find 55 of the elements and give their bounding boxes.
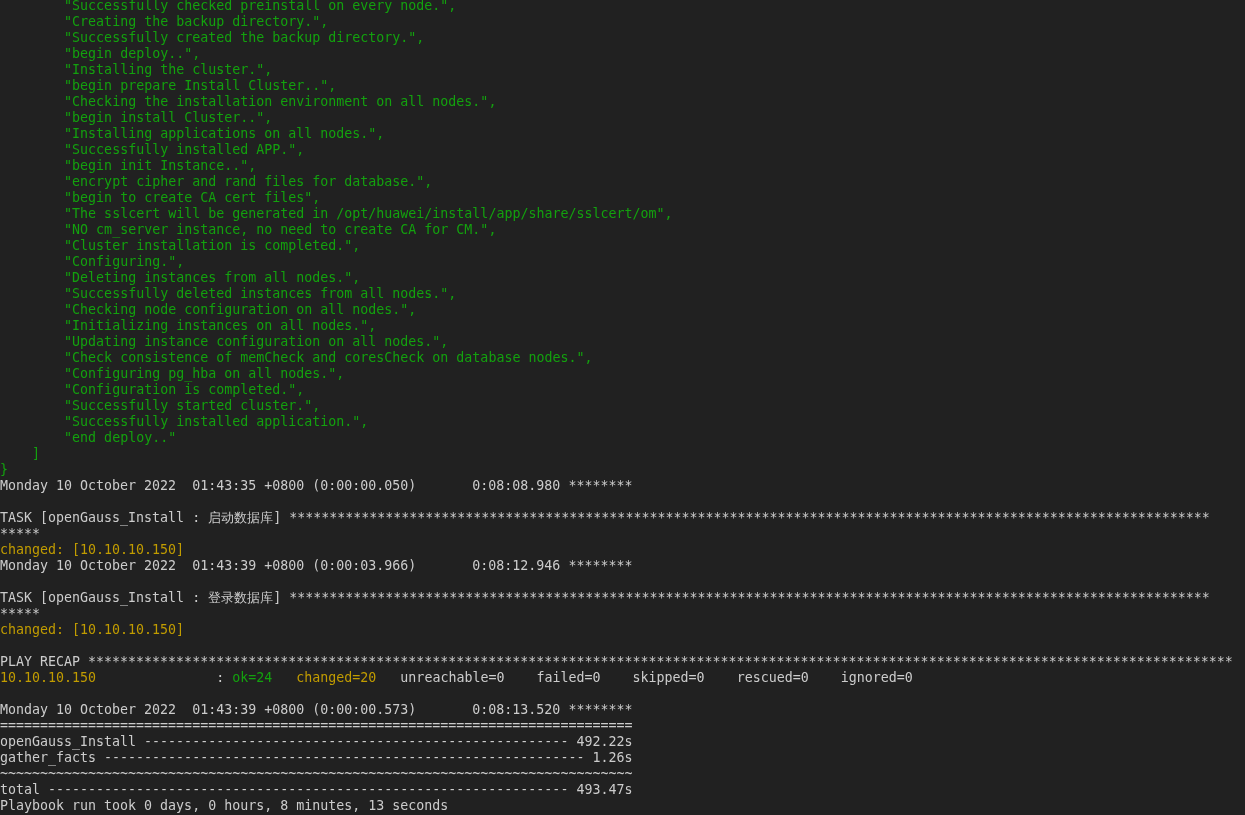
output-line: ***** [0,606,41,622]
output-line: "The sslcert will be generated in /opt/huawei/install/app/share/sslcert/om", [63,206,673,222]
output-line: "NO cm_server instance, no need to create CA for CM.", [63,222,497,238]
recap-field: skipped=0 [632,670,705,686]
output-line: =============================================================================== [0,718,633,734]
recap-field: unreachable=0 [400,670,505,686]
output-line: "Deleting instances from all nodes.", [63,270,361,286]
output-line: "Creating the backup directory.", [63,14,329,30]
output-line: "Cluster installation is completed.", [63,238,361,254]
output-line: "Updating instance configuration on all nodes.", [63,334,449,350]
output-line: "begin deploy..", [63,46,201,62]
output-line: "Successfully deleted instances from all nodes.", [63,286,457,302]
output-line: Playbook run took 0 days, 0 hours, 8 minutes, 13 seconds [0,798,449,814]
output-line: "begin install Cluster..", [63,110,273,126]
output-line: "begin prepare Install Cluster..", [63,78,337,94]
output-line: "Initializing instances on all nodes.", [63,318,377,334]
output-line: "Checking node configuration on all nodes.", [63,302,417,318]
output-line: "Checking the installation environment on all nodes.", [63,94,497,110]
output-line: "Successfully installed APP.", [63,142,305,158]
output-line: ] [31,446,40,462]
output-line: ***** [0,526,41,542]
recap-field: 10.10.10.150 [0,670,97,686]
output-line: total ----------------------------------------------------------------- 493.47s [0,782,633,798]
output-line: "Successfully checked preinstall on every node.", [63,0,457,14]
output-line: "Successfully installed application.", [63,414,369,430]
output-line: "encrypt cipher and rand files for database.", [63,174,433,190]
output-line: Monday 10 October 2022 01:43:39 +0800 (0:00:03.966) 0:08:12.946 ******** [0,558,633,574]
recap-field: failed=0 [536,670,601,686]
output-line: changed: [10.10.10.150] [0,542,185,558]
output-line: "end deploy.." [63,430,177,446]
recap-field: changed=20 [296,670,377,686]
recap-field: ok=24 [232,670,273,686]
output-line: "Configuring.", [63,254,185,270]
output-line: "Configuration is completed.", [63,382,305,398]
output-line: "Successfully started cluster.", [63,398,321,414]
recap-field: : [216,670,225,686]
output-line: openGauss_Install ----------------------------------------------------- 492.22s [0,734,633,750]
output-line: Monday 10 October 2022 01:43:35 +0800 (0:00:00.050) 0:08:08.980 ******** [0,478,633,494]
output-line: "Successfully created the backup directory.", [63,30,425,46]
output-line: "begin init Instance..", [63,158,257,174]
output-line: "Check consistence of memCheck and coresCheck on database nodes.", [63,350,593,366]
output-line: gather_facts ------------------------------------------------------------ 1.26s [0,750,633,766]
recap-field: rescued=0 [736,670,809,686]
recap-field: ignored=0 [840,670,913,686]
output-line: Monday 10 October 2022 01:43:39 +0800 (0:00:00.573) 0:08:13.520 ******** [0,702,633,718]
output-line: TASK [openGauss_Install : 登录数据库] ******************************************************************************************************************* [0,590,1210,606]
output-line: "Installing the cluster.", [63,62,273,78]
output-line: "begin to create CA cert files", [63,190,321,206]
output-line: } [0,462,8,478]
output-line: "Configuring pg_hba on all nodes.", [63,366,345,382]
output-line: ~~~~~~~~~~~~~~~~~~~~~~~~~~~~~~~~~~~~~~~~~~~~~~~~~~~~~~~~~~~~~~~~~~~~~~~~~~~~~~~ [0,766,633,782]
output-line: PLAY RECAP *********************************************************************************************************************************************** [0,654,1233,670]
output-line: TASK [openGauss_Install : 启动数据库] ******************************************************************************************************************* [0,510,1210,526]
output-line: "Installing applications on all nodes.", [63,126,385,142]
output-line: changed: [10.10.10.150] [0,622,185,638]
